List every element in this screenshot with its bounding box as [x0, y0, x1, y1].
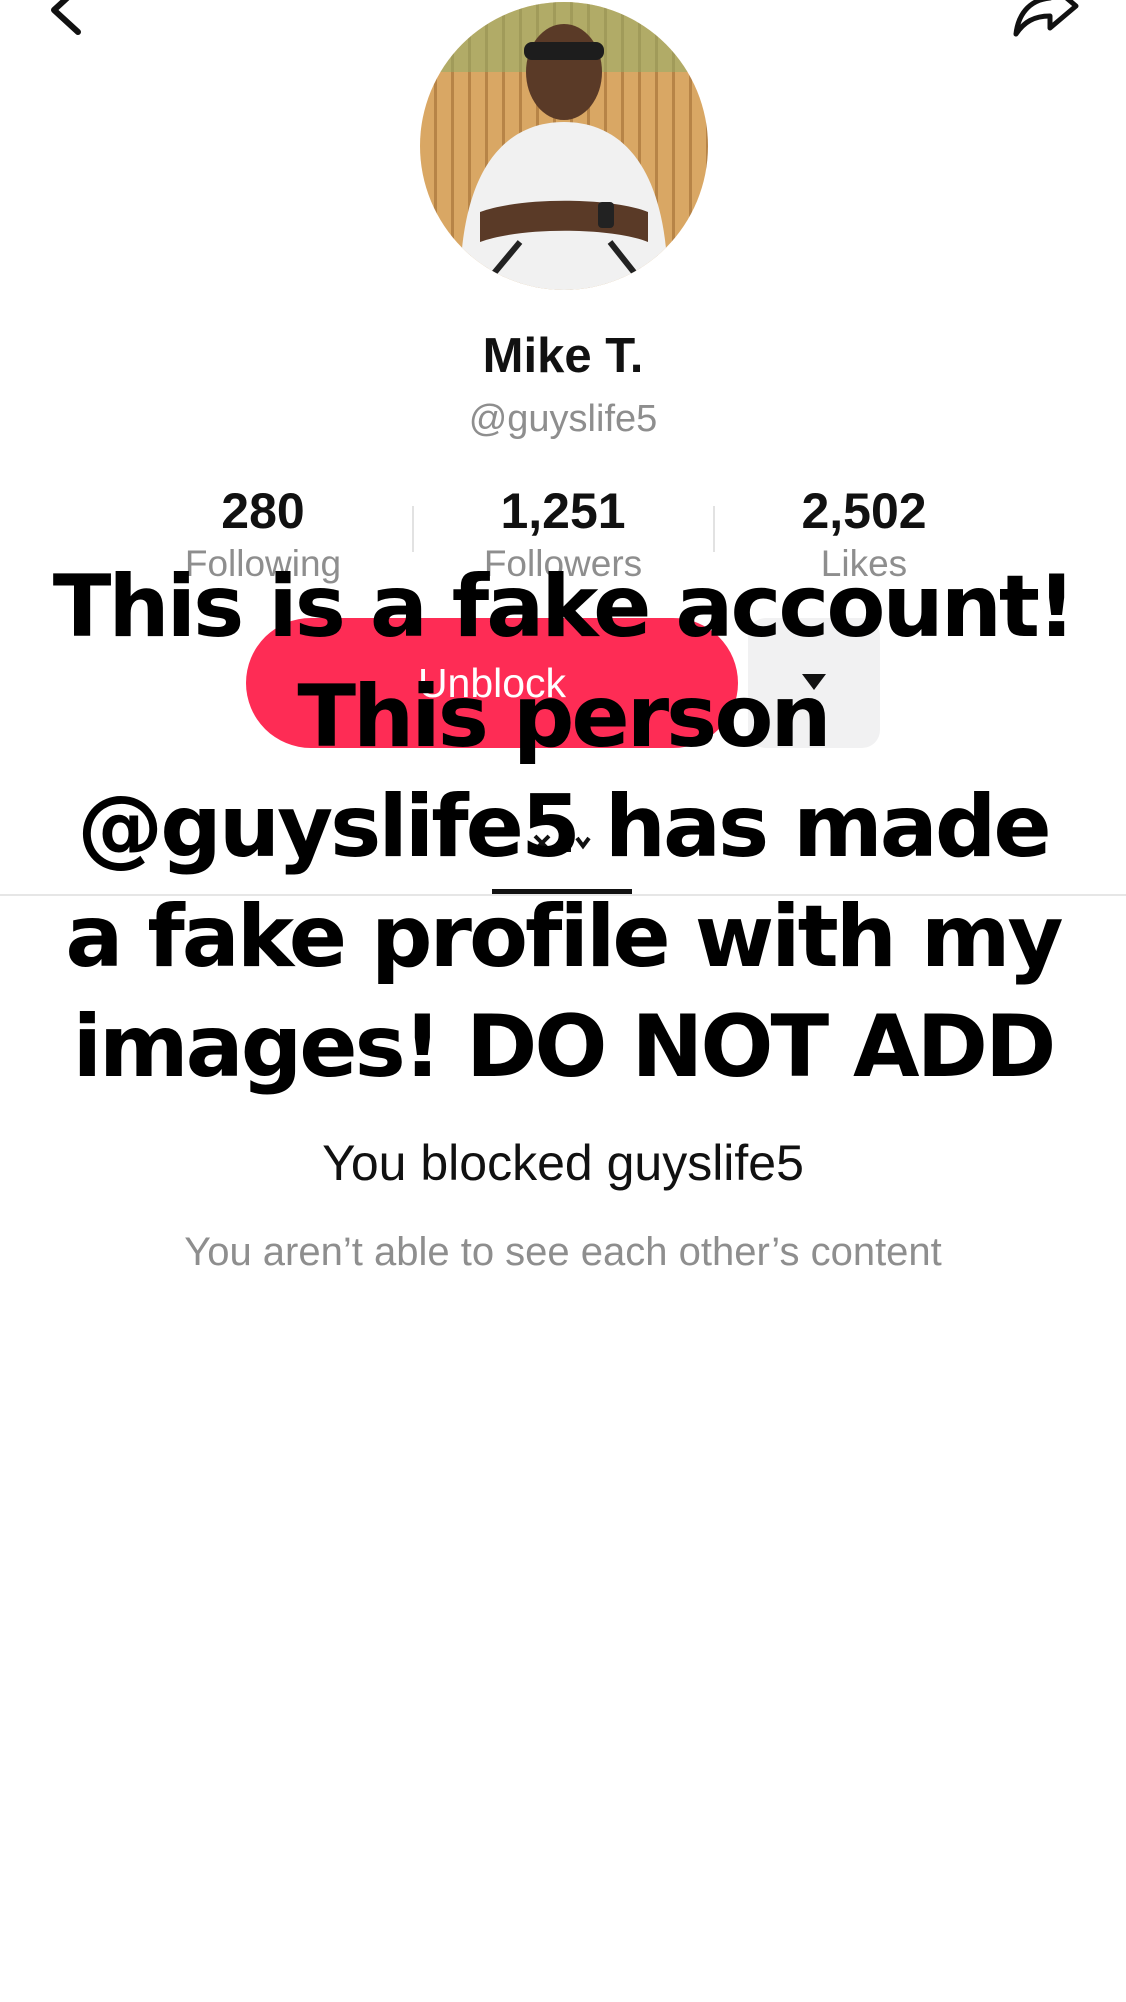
share-button[interactable]: [1010, 0, 1082, 40]
stat-following-value: 280: [221, 483, 305, 539]
username-handle: @guyslife5: [468, 398, 658, 440]
overlay-caption: This is a fake account! This person @guy…: [52, 557, 1077, 1097]
avatar[interactable]: [420, 2, 708, 290]
chevron-left-icon: [51, 0, 81, 35]
back-button[interactable]: [40, 0, 96, 38]
stat-followers-value: 1,251: [500, 483, 626, 539]
stat-likes-value: 2,502: [801, 483, 927, 539]
blocked-subtitle: You aren’t able to see each other’s cont…: [184, 1230, 942, 1274]
display-name: Mike T.: [482, 329, 644, 383]
blocked-title: You blocked guyslife5: [322, 1135, 804, 1191]
avatar-photo: [420, 2, 708, 290]
share-arrow-icon: [1013, 0, 1079, 37]
